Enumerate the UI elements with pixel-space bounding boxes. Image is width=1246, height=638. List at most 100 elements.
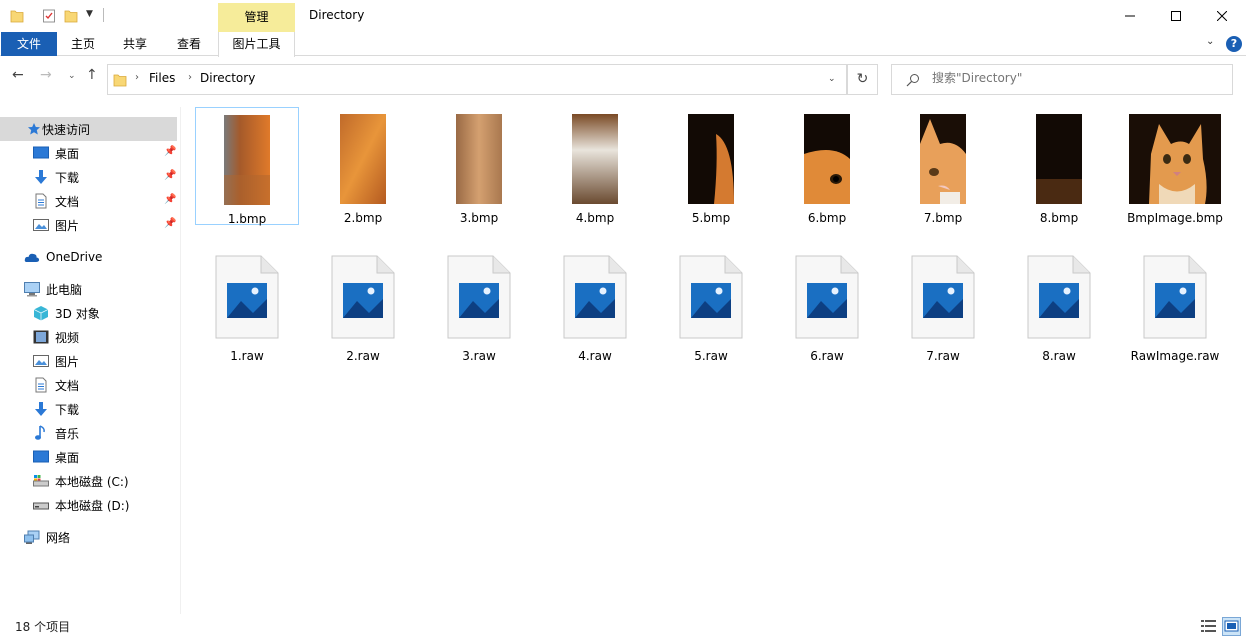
image-file-icon xyxy=(1143,255,1207,339)
desktop-icon xyxy=(33,145,49,161)
sidebar-item-downloads[interactable]: 下载 📌 xyxy=(0,165,177,189)
picture-icon xyxy=(33,353,49,369)
file-item-8-raw[interactable]: 8.raw xyxy=(1007,245,1111,364)
breadcrumb-separator-icon[interactable]: › xyxy=(135,72,139,83)
sidebar-item-desktop-pc[interactable]: 桌面 xyxy=(0,445,177,469)
file-item-4-raw[interactable]: 4.raw xyxy=(543,245,647,364)
large-icons-view-button[interactable] xyxy=(1222,617,1241,636)
file-name: 8.raw xyxy=(1042,349,1076,363)
navigation-pane: 快速访问 桌面 📌 下载 📌 文档 📌 图片 📌 OneDrive 此电脑 3D… xyxy=(0,107,181,614)
up-arrow-icon[interactable]: ↑ xyxy=(86,67,98,83)
file-item-4-bmp[interactable]: 4.bmp xyxy=(543,107,647,226)
file-item-8-bmp[interactable]: 8.bmp xyxy=(1007,107,1111,226)
file-item-6-raw[interactable]: 6.raw xyxy=(775,245,879,364)
sidebar-item-this-pc[interactable]: 此电脑 xyxy=(0,277,177,301)
sidebar-item-pictures-pc[interactable]: 图片 xyxy=(0,349,177,373)
search-input[interactable] xyxy=(932,71,1222,85)
tab-picture-tools[interactable]: 图片工具 xyxy=(218,32,295,57)
expand-ribbon-chevron-icon[interactable]: ⌄ xyxy=(1206,36,1214,47)
file-name: 2.raw xyxy=(346,349,380,363)
file-item-7-bmp[interactable]: 7.bmp xyxy=(891,107,995,226)
sidebar-item-label: 本地磁盘 (D:) xyxy=(55,498,130,513)
tab-home[interactable]: 主页 xyxy=(59,32,107,56)
file-item-7-raw[interactable]: 7.raw xyxy=(891,245,995,364)
new-folder-icon[interactable] xyxy=(64,8,78,24)
pin-icon[interactable]: 📌 xyxy=(164,194,176,205)
video-icon xyxy=(33,329,49,345)
address-bar[interactable]: › Files › Directory ⌄ xyxy=(107,64,847,95)
sidebar-item-music[interactable]: 音乐 xyxy=(0,421,177,445)
sidebar-item-label: 快速访问 xyxy=(42,122,91,137)
file-name: 1.bmp xyxy=(227,212,267,226)
sidebar-item-documents-pc[interactable]: 文档 xyxy=(0,373,177,397)
sidebar-item-downloads-pc[interactable]: 下载 xyxy=(0,397,177,421)
help-icon[interactable]: ? xyxy=(1226,36,1242,52)
sidebar-item-videos[interactable]: 视频 xyxy=(0,325,177,349)
tab-view[interactable]: 查看 xyxy=(165,32,213,56)
tab-file[interactable]: 文件 xyxy=(1,32,57,56)
image-thumbnail xyxy=(1129,114,1221,204)
file-item-bmpimage-bmp[interactable]: BmpImage.bmp xyxy=(1123,107,1227,226)
file-item-rawimage-raw[interactable]: RawImage.raw xyxy=(1123,245,1227,364)
image-file-icon xyxy=(447,255,511,339)
file-name: 4.raw xyxy=(578,349,612,363)
file-name: 2.bmp xyxy=(343,211,383,225)
sidebar-item-documents[interactable]: 文档 📌 xyxy=(0,189,177,213)
refresh-button[interactable]: ↻ xyxy=(847,64,878,95)
details-view-icon[interactable] xyxy=(1200,618,1217,635)
folder-icon[interactable] xyxy=(10,8,24,24)
sidebar-item-network[interactable]: 网络 xyxy=(0,525,177,549)
tab-share[interactable]: 共享 xyxy=(111,32,159,56)
sidebar-item-label: 下载 xyxy=(55,402,80,417)
address-history-chevron-icon[interactable]: ⌄ xyxy=(828,74,836,84)
file-item-2-bmp[interactable]: 2.bmp xyxy=(311,107,415,226)
pin-icon[interactable]: 📌 xyxy=(164,218,176,229)
desktop-icon xyxy=(33,449,49,465)
breadcrumb-item-directory[interactable]: Directory xyxy=(200,71,255,85)
sidebar-item-desktop[interactable]: 桌面 📌 xyxy=(0,141,177,165)
document-icon xyxy=(33,377,49,393)
file-item-5-bmp[interactable]: 5.bmp xyxy=(659,107,763,226)
properties-icon[interactable] xyxy=(42,8,56,24)
sidebar-item-quick-access[interactable]: 快速访问 xyxy=(0,117,177,141)
file-name: 5.raw xyxy=(694,349,728,363)
forward-arrow-icon[interactable]: → xyxy=(40,67,52,83)
breadcrumb-separator-icon[interactable]: › xyxy=(188,72,192,83)
sidebar-item-pictures[interactable]: 图片 📌 xyxy=(0,213,177,237)
refresh-icon: ↻ xyxy=(856,71,869,87)
file-item-1-raw[interactable]: 1.raw xyxy=(195,245,299,364)
file-item-1-bmp[interactable]: 1.bmp xyxy=(195,107,299,226)
image-file-icon xyxy=(795,255,859,339)
pin-icon[interactable]: 📌 xyxy=(164,170,176,181)
download-icon xyxy=(33,401,49,417)
recent-locations-chevron-icon[interactable]: ⌄ xyxy=(68,71,76,81)
sidebar-item-label: 图片 xyxy=(55,218,80,233)
sidebar-item-drive-c[interactable]: 本地磁盘 (C:) xyxy=(0,469,177,493)
back-arrow-icon[interactable]: ← xyxy=(12,67,24,83)
sidebar-item-label: 网络 xyxy=(46,530,71,545)
file-item-6-bmp[interactable]: 6.bmp xyxy=(775,107,879,226)
sidebar-item-label: 此电脑 xyxy=(46,282,83,297)
sidebar-item-drive-d[interactable]: 本地磁盘 (D:) xyxy=(0,493,177,517)
search-icon xyxy=(906,74,919,87)
pin-icon[interactable]: 📌 xyxy=(164,146,176,157)
search-box[interactable] xyxy=(891,64,1233,95)
file-item-2-raw[interactable]: 2.raw xyxy=(311,245,415,364)
close-button[interactable] xyxy=(1199,0,1245,32)
file-name: 6.raw xyxy=(810,349,844,363)
file-name: BmpImage.bmp xyxy=(1127,211,1223,225)
file-name: 3.raw xyxy=(462,349,496,363)
file-name: 1.raw xyxy=(230,349,264,363)
breadcrumb-item-files[interactable]: Files xyxy=(149,71,175,85)
file-item-3-bmp[interactable]: 3.bmp xyxy=(427,107,531,226)
file-name: 6.bmp xyxy=(807,211,847,225)
file-item-3-raw[interactable]: 3.raw xyxy=(427,245,531,364)
quick-access-toolbar-dropdown-icon[interactable]: ▼ xyxy=(86,9,93,19)
image-thumbnail xyxy=(456,114,502,204)
file-item-5-raw[interactable]: 5.raw xyxy=(659,245,763,364)
sidebar-item-3d-objects[interactable]: 3D 对象 xyxy=(0,301,177,325)
file-name: 3.bmp xyxy=(459,211,499,225)
maximize-button[interactable] xyxy=(1153,0,1199,32)
minimize-button[interactable] xyxy=(1107,0,1153,32)
sidebar-item-onedrive[interactable]: OneDrive xyxy=(0,245,177,269)
